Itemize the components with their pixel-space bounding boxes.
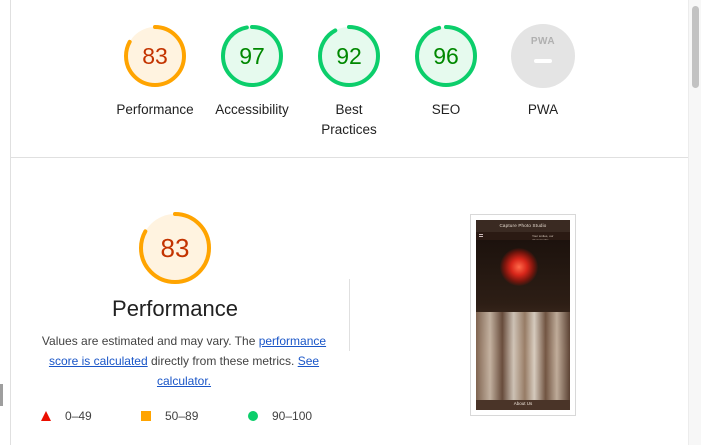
gauge-seo[interactable]: 96 SEO — [396, 24, 496, 120]
gauge-label: Accessibility — [215, 102, 289, 117]
gauge-label: Best Practices — [321, 102, 377, 137]
circle-icon — [248, 411, 258, 421]
scrollbar-thumb[interactable] — [692, 6, 699, 88]
vertical-scrollbar[interactable] — [688, 0, 701, 445]
score-summary: 83 Performance 97 Accessibility 92 Best … — [11, 0, 688, 158]
square-icon — [141, 411, 151, 421]
gauge-score: 96 — [433, 43, 459, 69]
gauge-pwa[interactable]: PWA PWA — [493, 24, 593, 120]
legend-range: 50–89 — [165, 409, 199, 423]
menu-icon — [479, 234, 483, 237]
left-panel-edge — [0, 0, 11, 445]
final-screenshot[interactable]: Capture Photo Studio Your smiles, our ph… — [470, 214, 576, 416]
screenshot-footer: About Us — [476, 400, 570, 410]
description-text: Values are estimated and may vary. The — [41, 334, 259, 348]
performance-score: 83 — [160, 233, 190, 263]
description-text: directly from these metrics. — [147, 354, 298, 368]
gauge-label: SEO — [431, 102, 461, 117]
triangle-icon — [41, 411, 51, 421]
performance-description: Values are estimated and may vary. The p… — [29, 331, 339, 391]
pwa-badge-text: PWA — [530, 36, 556, 47]
pwa-dash-icon — [534, 59, 552, 63]
wedding-photo — [476, 240, 570, 400]
screenshot-header: Capture Photo Studio — [476, 220, 570, 232]
gauge-score: 97 — [239, 43, 265, 69]
gauge-label: PWA — [527, 102, 559, 117]
firework-graphic — [500, 248, 538, 286]
legend-range: 90–100 — [272, 409, 313, 423]
gauge-performance[interactable]: 83 Performance — [105, 24, 205, 120]
gauge-score: 83 — [142, 43, 168, 69]
pwa-badge-icon: PWA — [511, 24, 575, 88]
gauge-best-practices[interactable]: 92 Best Practices — [299, 24, 399, 140]
gauge-score: 92 — [336, 43, 362, 69]
resize-handle[interactable] — [0, 384, 3, 406]
screenshot-image: Capture Photo Studio Your smiles, our ph… — [476, 220, 570, 410]
crowd-graphic — [476, 312, 570, 400]
gauge-accessibility[interactable]: 97 Accessibility — [202, 24, 302, 120]
legend-range: 0–49 — [65, 409, 92, 423]
performance-title: Performance — [112, 296, 238, 321]
vertical-divider — [349, 279, 350, 351]
performance-gauge: 83 — [138, 211, 212, 285]
lighthouse-report: 83 Performance 97 Accessibility 92 Best … — [11, 0, 688, 445]
gauge-label: Performance — [116, 102, 194, 117]
